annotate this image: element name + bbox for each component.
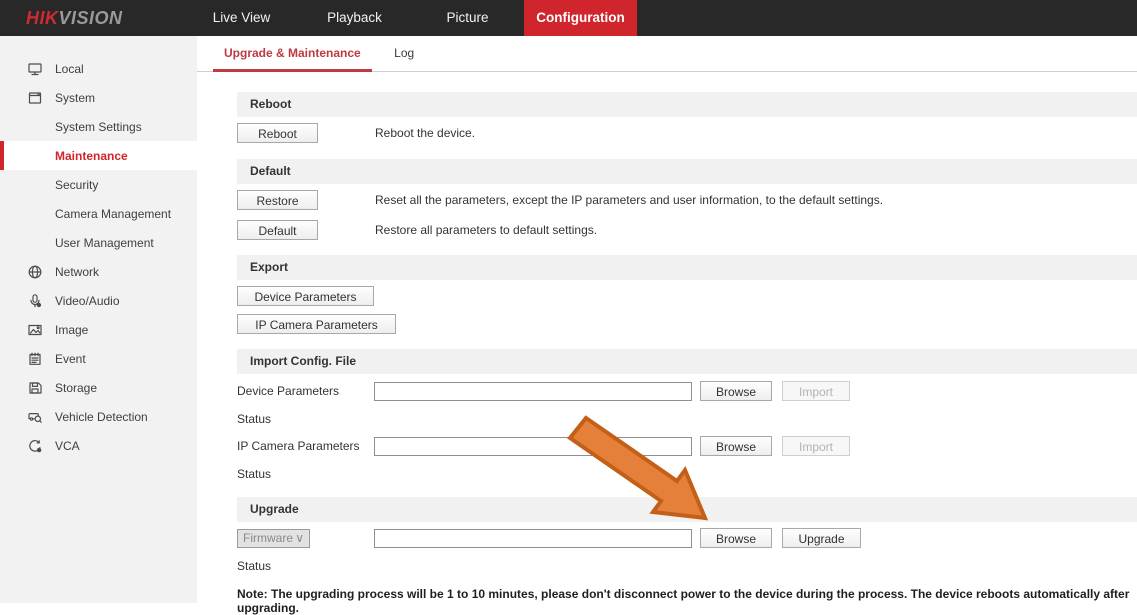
sidebar-item-label: Local xyxy=(55,62,84,76)
ip-camera-parameters-browse-button[interactable]: Browse xyxy=(700,436,772,456)
sidebar-item-label: Camera Management xyxy=(55,207,171,221)
sidebar-item-user-management[interactable]: User Management xyxy=(0,228,197,257)
sidebar-item-label: System xyxy=(55,91,95,105)
default-description: Restore all parameters to default settin… xyxy=(375,223,597,237)
window-icon xyxy=(27,90,43,106)
sidebar-item-system[interactable]: System xyxy=(0,83,197,112)
logo-hik-text: HIK xyxy=(26,8,59,29)
device-parameters-browse-button[interactable]: Browse xyxy=(700,381,772,401)
main-content: Upgrade & Maintenance Log Reboot Reboot … xyxy=(197,36,1137,603)
event-icon xyxy=(27,351,43,367)
restore-description: Reset all the parameters, except the IP … xyxy=(375,193,883,207)
sidebar-item-label: User Management xyxy=(55,236,154,250)
tab-upgrade-maintenance[interactable]: Upgrade & Maintenance xyxy=(222,36,363,71)
sidebar-item-label: System Settings xyxy=(55,120,142,134)
nav-item-picture[interactable]: Picture xyxy=(411,0,524,36)
section-header-upgrade: Upgrade xyxy=(237,497,1137,522)
sidebar-item-local[interactable]: Local xyxy=(0,54,197,83)
upgrade-file-input[interactable] xyxy=(374,529,692,548)
globe-icon xyxy=(27,264,43,280)
monitor-icon xyxy=(27,61,43,77)
storage-icon xyxy=(27,380,43,396)
top-nav: HIKVISION Live View Playback Picture Con… xyxy=(0,0,1137,36)
upgrade-status-label: Status xyxy=(237,559,1137,573)
sidebar-item-security[interactable]: Security xyxy=(0,170,197,199)
default-row: Default Restore all parameters to defaul… xyxy=(237,220,1137,240)
upgrade-note: Note: The upgrading process will be 1 to… xyxy=(237,587,1137,615)
device-parameters-label: Device Parameters xyxy=(237,384,374,398)
nav-item-live-view[interactable]: Live View xyxy=(185,0,298,36)
upgrade-type-select[interactable]: Firmware ∨ xyxy=(237,529,310,548)
vehicle-detection-icon xyxy=(27,409,43,425)
export-ip-camera-parameters-button[interactable]: IP Camera Parameters xyxy=(237,314,396,334)
section-header-export: Export xyxy=(237,255,1137,280)
ip-camera-parameters-status-label: Status xyxy=(237,467,1137,481)
reboot-description: Reboot the device. xyxy=(375,126,475,140)
upgrade-type-selected-value: Firmware xyxy=(243,531,293,545)
device-parameters-import-button[interactable]: Import xyxy=(782,381,850,401)
microphone-icon xyxy=(27,293,43,309)
ip-camera-parameters-import-button[interactable]: Import xyxy=(782,436,850,456)
sidebar-item-label: Event xyxy=(55,352,86,366)
export-ipc-row: IP Camera Parameters xyxy=(237,314,1137,334)
sidebar-item-network[interactable]: Network xyxy=(0,257,197,286)
section-header-import-config-file: Import Config. File xyxy=(237,349,1137,374)
sidebar-item-maintenance[interactable]: Maintenance xyxy=(0,141,197,170)
tab-bar: Upgrade & Maintenance Log xyxy=(197,36,1137,72)
sidebar-item-label: Security xyxy=(55,178,98,192)
sidebar-item-system-settings[interactable]: System Settings xyxy=(0,112,197,141)
sidebar-item-label: VCA xyxy=(55,439,80,453)
import-ipc-row: IP Camera Parameters Browse Import xyxy=(237,436,1137,456)
default-button[interactable]: Default xyxy=(237,220,318,240)
sidebar-item-video-audio[interactable]: Video/Audio xyxy=(0,286,197,315)
device-parameters-file-input[interactable] xyxy=(374,382,692,401)
sidebar-item-vehicle-detection[interactable]: Vehicle Detection xyxy=(0,402,197,431)
nav-item-configuration[interactable]: Configuration xyxy=(524,0,637,36)
sidebar-item-label: Vehicle Detection xyxy=(55,410,148,424)
sidebar-item-label: Maintenance xyxy=(55,149,128,163)
maintenance-panel: Reboot Reboot Reboot the device. Default… xyxy=(197,72,1137,615)
hikvision-logo: HIKVISION xyxy=(0,0,185,36)
reboot-row: Reboot Reboot the device. xyxy=(237,123,1137,143)
section-header-reboot: Reboot xyxy=(237,92,1137,117)
sidebar-item-label: Network xyxy=(55,265,99,279)
sidebar-item-storage[interactable]: Storage xyxy=(0,373,197,402)
device-parameters-status-label: Status xyxy=(237,412,1137,426)
ip-camera-parameters-label: IP Camera Parameters xyxy=(237,439,374,453)
sidebar-item-camera-management[interactable]: Camera Management xyxy=(0,199,197,228)
chevron-down-icon: ∨ xyxy=(295,531,304,545)
sidebar-item-label: Image xyxy=(55,323,88,337)
sidebar-item-label: Storage xyxy=(55,381,97,395)
tab-log[interactable]: Log xyxy=(392,36,416,71)
import-device-row: Device Parameters Browse Import xyxy=(237,381,1137,401)
section-header-default: Default xyxy=(237,159,1137,184)
logo-vision-text: VISION xyxy=(59,8,123,29)
upgrade-button[interactable]: Upgrade xyxy=(782,528,861,548)
hikvision-config-page: { "nav": { "logo": {"hik": "HIK", "visio… xyxy=(0,0,1137,603)
sidebar-item-event[interactable]: Event xyxy=(0,344,197,373)
ip-camera-parameters-file-input[interactable] xyxy=(374,437,692,456)
reboot-button[interactable]: Reboot xyxy=(237,123,318,143)
sidebar-item-vca[interactable]: VCA xyxy=(0,431,197,460)
restore-button[interactable]: Restore xyxy=(237,190,318,210)
image-icon xyxy=(27,322,43,338)
upgrade-row: Firmware ∨ Browse Upgrade xyxy=(237,528,1137,548)
export-device-parameters-button[interactable]: Device Parameters xyxy=(237,286,374,306)
sidebar: Local System System Settings Maintenance… xyxy=(0,36,197,603)
vca-icon xyxy=(27,438,43,454)
restore-row: Restore Reset all the parameters, except… xyxy=(237,190,1137,210)
upgrade-browse-button[interactable]: Browse xyxy=(700,528,772,548)
sidebar-item-image[interactable]: Image xyxy=(0,315,197,344)
sidebar-item-label: Video/Audio xyxy=(55,294,120,308)
nav-item-playback[interactable]: Playback xyxy=(298,0,411,36)
export-device-row: Device Parameters xyxy=(237,286,1137,306)
